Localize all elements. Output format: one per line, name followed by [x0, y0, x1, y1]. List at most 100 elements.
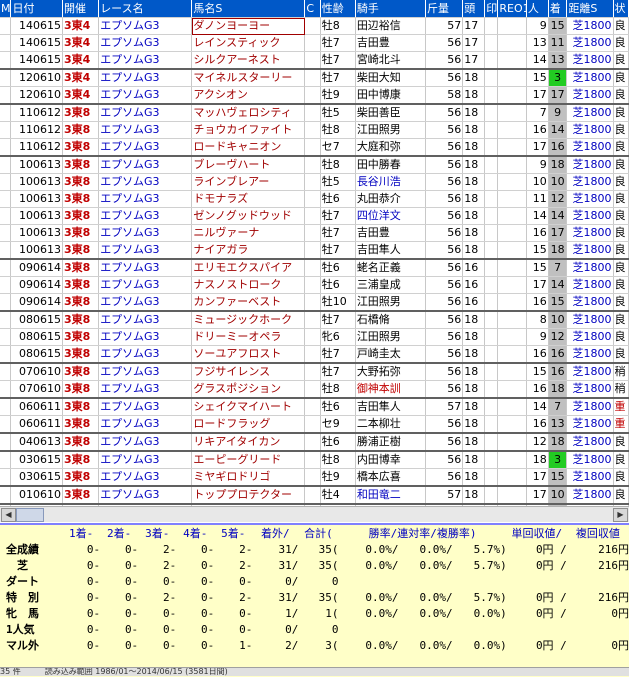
cell-sex[interactable]: セ7 — [320, 138, 356, 157]
cell-sex[interactable]: 牡8 — [320, 121, 356, 139]
cell-in[interactable] — [484, 86, 499, 105]
cell-head[interactable]: 17 — [462, 17, 486, 35]
cell-horse[interactable]: シルクアーネスト — [191, 51, 306, 70]
race-row[interactable]: 100613 3東8 エプソムG3 ニルヴァーナ 牡7 吉田豊 56 18 16 17 芝1800 良 — [0, 224, 629, 242]
cell-jockey[interactable]: 蛯名正義 — [355, 258, 427, 277]
cell-head[interactable]: 18 — [462, 138, 486, 157]
cell-in[interactable] — [484, 380, 499, 399]
cell-race[interactable]: エプソムG3 — [98, 485, 193, 505]
cell-ren[interactable] — [497, 155, 527, 174]
cell-head[interactable]: 18 — [462, 345, 486, 364]
column-header-11[interactable]: REO1 — [497, 0, 527, 18]
cell-jockey[interactable]: 吉田豊 — [355, 224, 427, 242]
cell-nin[interactable]: 16 — [526, 380, 549, 399]
cell-kin[interactable]: 56 — [425, 258, 464, 277]
cell-dist[interactable]: 芝1800 — [566, 362, 614, 381]
cell-race[interactable]: エプソムG3 — [98, 432, 193, 452]
race-row[interactable]: 100613 3東8 エプソムG3 ブレーヴハート 牡8 田中勝春 56 18 9 18 芝1800… — [0, 155, 629, 174]
cell-kin[interactable]: 56 — [425, 155, 464, 174]
cell-jockey[interactable]: 勝浦正樹 — [355, 432, 427, 452]
cell-date[interactable]: 070610 — [10, 380, 63, 399]
cell-m[interactable] — [0, 155, 12, 174]
cell-cond[interactable]: 良 — [613, 34, 629, 52]
cell-race[interactable]: エプソムG3 — [98, 310, 193, 329]
cell-jockey[interactable]: 内田博幸 — [355, 450, 427, 469]
cell-cha[interactable]: 14 — [548, 276, 568, 294]
cell-race[interactable]: エプソムG3 — [98, 34, 193, 52]
cell-sex[interactable]: 牡7 — [320, 34, 356, 52]
cell-date[interactable]: 090614 — [10, 276, 63, 294]
cell-in[interactable] — [484, 485, 499, 505]
cell-m[interactable] — [0, 362, 12, 381]
cell-cond[interactable]: 良 — [613, 310, 629, 329]
cell-in[interactable] — [484, 103, 499, 122]
cell-dist[interactable]: 芝1800 — [566, 138, 614, 157]
race-row[interactable]: 090614 3東8 エプソムG3 カンファーベスト 牡10 江田照男 56 16 16 15 芝1… — [0, 293, 629, 312]
cell-m[interactable] — [0, 450, 12, 469]
cell-in[interactable] — [484, 207, 499, 225]
race-row[interactable]: 140615 3東4 エプソムG3 レインスティック 牡7 吉田豊 56 17 13 11 芝180… — [0, 34, 629, 52]
cell-place[interactable]: 3東8 — [62, 328, 100, 346]
cell-date[interactable]: 030615 — [10, 450, 63, 469]
cell-horse[interactable]: マッハヴェロシティ — [191, 103, 306, 122]
cell-in[interactable] — [484, 328, 499, 346]
cell-kin[interactable]: 56 — [425, 362, 464, 381]
cell-cond[interactable]: 良 — [613, 224, 629, 242]
race-row[interactable]: 060611 3東8 エプソムG3 シェイクマイハート 牡6 吉田隼人 57 18 14 7 芝18… — [0, 397, 629, 416]
cell-ren[interactable] — [497, 121, 527, 139]
cell-cha[interactable]: 16 — [548, 362, 568, 381]
cell-nin[interactable]: 17 — [526, 138, 549, 157]
cell-head[interactable]: 16 — [462, 293, 486, 312]
cell-cha[interactable]: 10 — [548, 485, 568, 505]
cell-dist[interactable]: 芝1800 — [566, 86, 614, 105]
cell-nin[interactable]: 13 — [526, 34, 549, 52]
cell-ren[interactable] — [497, 68, 527, 87]
cell-in[interactable] — [484, 34, 499, 52]
cell-jockey[interactable]: 柴田善臣 — [355, 103, 427, 122]
column-header-10[interactable]: 印 — [484, 0, 499, 18]
cell-head[interactable]: 18 — [462, 397, 486, 416]
cell-sex[interactable]: 牡8 — [320, 450, 356, 469]
cell-date[interactable]: 100613 — [10, 207, 63, 225]
cell-kin[interactable]: 56 — [425, 415, 464, 434]
cell-cond[interactable]: 良 — [613, 17, 629, 35]
cell-nin[interactable]: 11 — [526, 190, 549, 208]
cell-date[interactable]: 010610 — [10, 485, 63, 505]
cell-head[interactable]: 18 — [462, 450, 486, 469]
race-row[interactable]: 090614 3東8 エプソムG3 ナスノストローク 牡6 三浦皇成 56 16 17 14 芝18… — [0, 276, 629, 294]
cell-date[interactable]: 060611 — [10, 415, 63, 434]
cell-date[interactable]: 040613 — [10, 432, 63, 452]
cell-date[interactable]: 100613 — [10, 173, 63, 191]
cell-ren[interactable] — [497, 468, 527, 487]
cell-jockey[interactable]: 田中勝春 — [355, 155, 427, 174]
cell-place[interactable]: 3東8 — [62, 241, 100, 260]
cell-race[interactable]: エプソムG3 — [98, 121, 193, 139]
cell-c[interactable] — [304, 258, 321, 277]
cell-place[interactable]: 3東8 — [62, 103, 100, 122]
cell-dist[interactable]: 芝1800 — [566, 103, 614, 122]
cell-race[interactable]: エプソムG3 — [98, 190, 193, 208]
cell-place[interactable]: 3東8 — [62, 450, 100, 469]
cell-date[interactable]: 080615 — [10, 310, 63, 329]
cell-ren[interactable] — [497, 415, 527, 434]
race-row[interactable]: 080615 3東8 エプソムG3 ドリーミーオペラ 牝6 江田照男 56 18 9 12 芝180… — [0, 328, 629, 346]
column-header-4[interactable]: 馬名S — [191, 0, 306, 18]
cell-place[interactable]: 3東8 — [62, 397, 100, 416]
cell-c[interactable] — [304, 51, 321, 70]
cell-in[interactable] — [484, 258, 499, 277]
cell-in[interactable] — [484, 432, 499, 452]
cell-sex[interactable]: 牡10 — [320, 293, 356, 312]
cell-race[interactable]: エプソムG3 — [98, 207, 193, 225]
cell-m[interactable] — [0, 241, 12, 260]
cell-c[interactable] — [304, 345, 321, 364]
race-row[interactable]: 110612 3東8 エプソムG3 マッハヴェロシティ 牡5 柴田善臣 56 18 7 9 芝180… — [0, 103, 629, 122]
cell-place[interactable]: 3東8 — [62, 485, 100, 505]
cell-ren[interactable] — [497, 86, 527, 105]
cell-horse[interactable]: ラインブレアー — [191, 173, 306, 191]
cell-place[interactable]: 3東8 — [62, 310, 100, 329]
cell-date[interactable]: 090614 — [10, 293, 63, 312]
cell-jockey[interactable]: 柴田大知 — [355, 68, 427, 87]
cell-horse[interactable]: ミヤギロドリゴ — [191, 468, 306, 487]
cell-horse[interactable]: アクシオン — [191, 86, 306, 105]
cell-place[interactable]: 3東8 — [62, 362, 100, 381]
